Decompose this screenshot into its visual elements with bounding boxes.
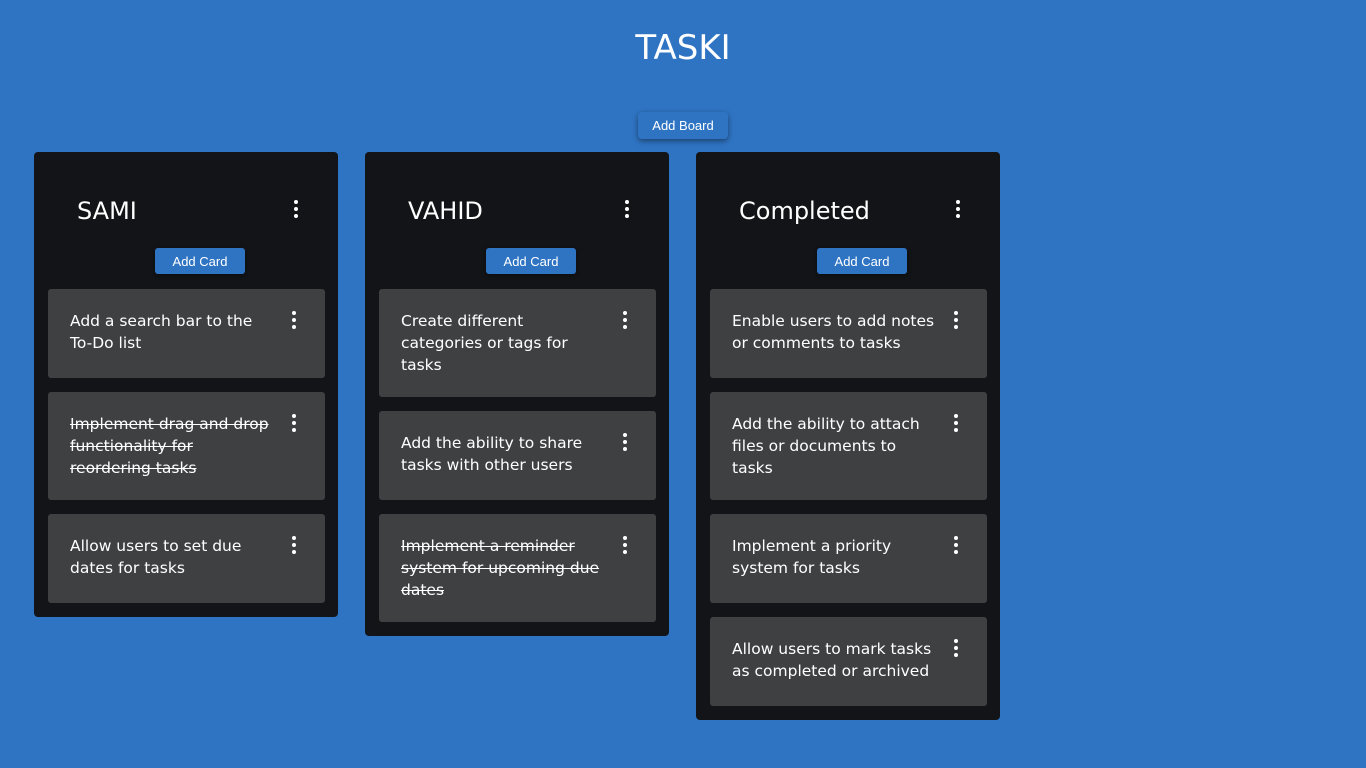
task-card-text: Add the ability to share tasks with othe… [401, 434, 583, 474]
more-vertical-icon[interactable] [622, 200, 632, 220]
add-card-button[interactable]: Add Card [817, 248, 907, 274]
board-sami: SAMI Add Card Add a search bar to the To… [34, 152, 338, 617]
more-vertical-icon[interactable] [289, 311, 299, 331]
task-card[interactable]: Implement drag and drop functionality fo… [48, 392, 325, 500]
task-card-text: Enable users to add notes or comments to… [732, 312, 935, 352]
more-vertical-icon[interactable] [291, 200, 301, 220]
more-vertical-icon[interactable] [951, 536, 961, 556]
task-card[interactable]: Add the ability to attach files or docum… [710, 392, 987, 500]
more-vertical-icon[interactable] [951, 639, 961, 659]
task-card[interactable]: Implement a priority system for tasks [710, 514, 987, 603]
task-card[interactable]: Add the ability to share tasks with othe… [379, 411, 656, 500]
board-title: SAMI [77, 197, 137, 225]
task-card[interactable]: Allow users to set due dates for tasks [48, 514, 325, 603]
board-completed: Completed Add Card Enable users to add n… [696, 152, 1000, 720]
board-title: VAHID [408, 197, 483, 225]
more-vertical-icon[interactable] [620, 433, 630, 453]
board-header: VAHID Add Card [379, 152, 655, 274]
task-card-text: Implement a reminder system for upcoming… [401, 537, 600, 599]
board-header: Completed Add Card [710, 152, 986, 274]
more-vertical-icon[interactable] [620, 536, 630, 556]
task-card[interactable]: Enable users to add notes or comments to… [710, 289, 987, 378]
more-vertical-icon[interactable] [951, 311, 961, 331]
add-card-button[interactable]: Add Card [486, 248, 576, 274]
task-card-text: Implement a priority system for tasks [732, 537, 892, 577]
board-vahid: VAHID Add Card Create different categori… [365, 152, 669, 636]
task-card-text: Allow users to mark tasks as completed o… [732, 640, 932, 680]
more-vertical-icon[interactable] [953, 200, 963, 220]
task-card[interactable]: Create different categories or tags for … [379, 289, 656, 397]
task-card-text: Allow users to set due dates for tasks [70, 537, 242, 577]
more-vertical-icon[interactable] [620, 311, 630, 331]
task-card[interactable]: Allow users to mark tasks as completed o… [710, 617, 987, 706]
card-list: Add a search bar to the To-Do list Imple… [48, 289, 325, 603]
card-list: Enable users to add notes or comments to… [710, 289, 987, 706]
app-root: TASKI Add Board SAMI Add Card Add a sear… [0, 0, 1366, 768]
boards-container: SAMI Add Card Add a search bar to the To… [34, 152, 1000, 720]
task-card-text: Create different categories or tags for … [401, 312, 568, 374]
more-vertical-icon[interactable] [951, 414, 961, 434]
task-card-text: Implement drag and drop functionality fo… [70, 415, 269, 477]
card-list: Create different categories or tags for … [379, 289, 656, 622]
task-card[interactable]: Implement a reminder system for upcoming… [379, 514, 656, 622]
more-vertical-icon[interactable] [289, 536, 299, 556]
task-card[interactable]: Add a search bar to the To-Do list [48, 289, 325, 378]
add-board-button[interactable]: Add Board [638, 112, 728, 139]
more-vertical-icon[interactable] [289, 414, 299, 434]
board-header: SAMI Add Card [48, 152, 324, 274]
app-title: TASKI [635, 28, 731, 68]
board-title: Completed [739, 197, 870, 225]
task-card-text: Add a search bar to the To-Do list [70, 312, 253, 352]
task-card-text: Add the ability to attach files or docum… [732, 415, 920, 477]
add-card-button[interactable]: Add Card [155, 248, 245, 274]
